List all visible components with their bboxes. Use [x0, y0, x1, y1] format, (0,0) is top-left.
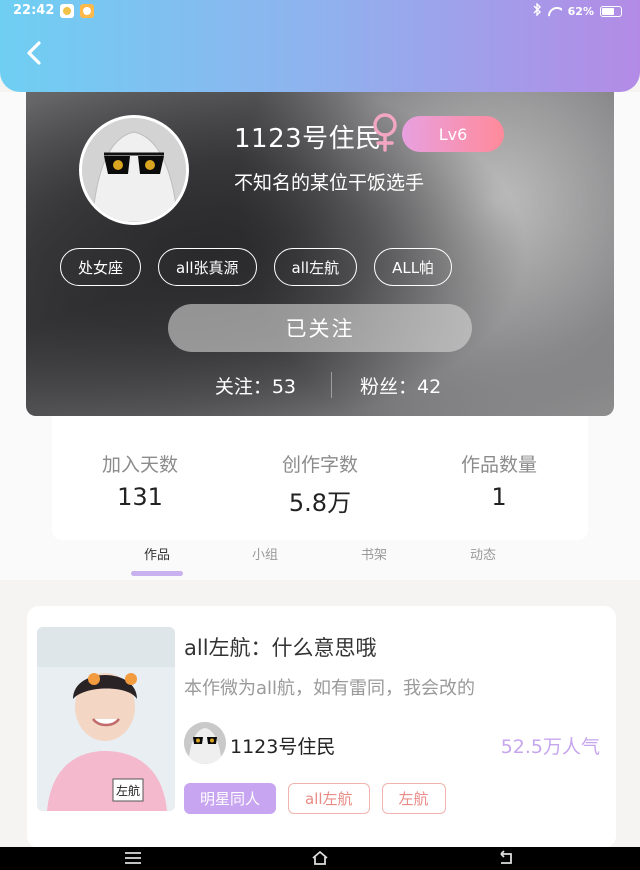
work-title[interactable]: all左航：什么意思哦 — [184, 632, 377, 662]
home-button[interactable] — [311, 850, 329, 866]
cover-badge-text: 左航 — [116, 783, 140, 798]
battery-level — [602, 8, 615, 15]
work-tags: 明星同人 all左航 左航 — [184, 783, 446, 814]
stat-value: 1 — [491, 483, 507, 511]
tab-groups[interactable]: 小组 — [235, 544, 295, 563]
follow-stats: 关注：53 粉丝：42 — [26, 370, 614, 400]
work-summary: 本作微为all航，如有雷同，我会改的 — [184, 678, 476, 699]
work-card[interactable]: 左航 all左航：什么意思哦 本作微为all航，如有雷同，我会改的 1123号住… — [27, 606, 616, 848]
work-tag[interactable]: 明星同人 — [184, 783, 277, 814]
menu-icon — [125, 852, 141, 864]
female-icon — [370, 112, 400, 152]
profile-card: 1123号住民 Lv6 不知名的某位干饭选手 处女座 all张真源 all左航 … — [26, 82, 614, 416]
author-name[interactable]: 1123号住民 — [230, 732, 335, 759]
chevron-left-icon — [27, 41, 41, 65]
system-back-button[interactable] — [497, 850, 515, 866]
profile-tag[interactable]: all左航 — [273, 248, 358, 286]
popularity-count: 52.5万人气 — [500, 736, 600, 758]
profile-tag[interactable]: 处女座 — [60, 248, 142, 286]
header-bar: 22:42 62% — [0, 0, 640, 92]
fans-count[interactable]: 粉丝：42 — [360, 372, 441, 399]
stat-works-count: 作品数量 1 — [424, 450, 574, 511]
follow-button[interactable]: 已关注 — [168, 304, 472, 352]
tab-activity[interactable]: 动态 — [453, 544, 513, 563]
status-bar: 22:42 62% — [0, 0, 640, 22]
bluetooth-icon — [532, 2, 542, 20]
tab-works[interactable]: 作品 — [127, 544, 187, 563]
tab-bar: 作品 小组 书架 动态 — [0, 540, 640, 580]
status-indicators: 62% — [532, 2, 622, 20]
nickname: 1123号住民 — [234, 124, 382, 154]
avatar[interactable] — [79, 115, 189, 225]
stat-value: 131 — [117, 483, 163, 511]
cover-image: 左航 — [37, 627, 175, 811]
work-tag[interactable]: all左航 — [288, 783, 370, 814]
menu-button[interactable] — [124, 850, 142, 866]
stats-panel: 加入天数 131 创作字数 5.8万 作品数量 1 — [52, 416, 588, 540]
work-tag[interactable]: 左航 — [381, 783, 446, 814]
app-notification-icon — [80, 4, 94, 18]
tab-indicator — [131, 571, 183, 576]
back-icon — [500, 850, 512, 864]
home-icon — [312, 850, 328, 865]
divider — [331, 372, 332, 398]
stat-label: 作品数量 — [460, 454, 537, 476]
tab-bookshelf[interactable]: 书架 — [344, 544, 404, 563]
battery-icon — [600, 6, 622, 17]
profile-tag[interactable]: all张真源 — [158, 248, 257, 286]
stat-label: 加入天数 — [101, 454, 178, 476]
stat-word-count: 创作字数 5.8万 — [245, 450, 395, 518]
work-cover[interactable]: 左航 — [37, 627, 175, 811]
ghost-avatar-image — [82, 118, 186, 222]
app-notification-icon — [60, 4, 74, 18]
author-avatar[interactable] — [184, 722, 226, 764]
system-nav-bar — [0, 847, 640, 870]
level-badge: Lv6 — [402, 116, 504, 152]
profile-tag[interactable]: ALL帕 — [374, 248, 453, 286]
signature: 不知名的某位干饭选手 — [234, 172, 425, 194]
wifi-icon — [548, 7, 562, 17]
stat-label: 创作字数 — [281, 454, 358, 476]
profile-tags: 处女座 all张真源 all左航 ALL帕 — [60, 248, 453, 286]
stat-join-days: 加入天数 131 — [65, 450, 215, 511]
following-count[interactable]: 关注：53 — [215, 372, 296, 399]
battery-percent: 62% — [567, 5, 594, 18]
ghost-avatar-image — [184, 722, 226, 764]
stat-value: 5.8万 — [288, 489, 352, 517]
status-time: 22:42 — [13, 3, 55, 18]
back-button[interactable] — [22, 40, 46, 66]
